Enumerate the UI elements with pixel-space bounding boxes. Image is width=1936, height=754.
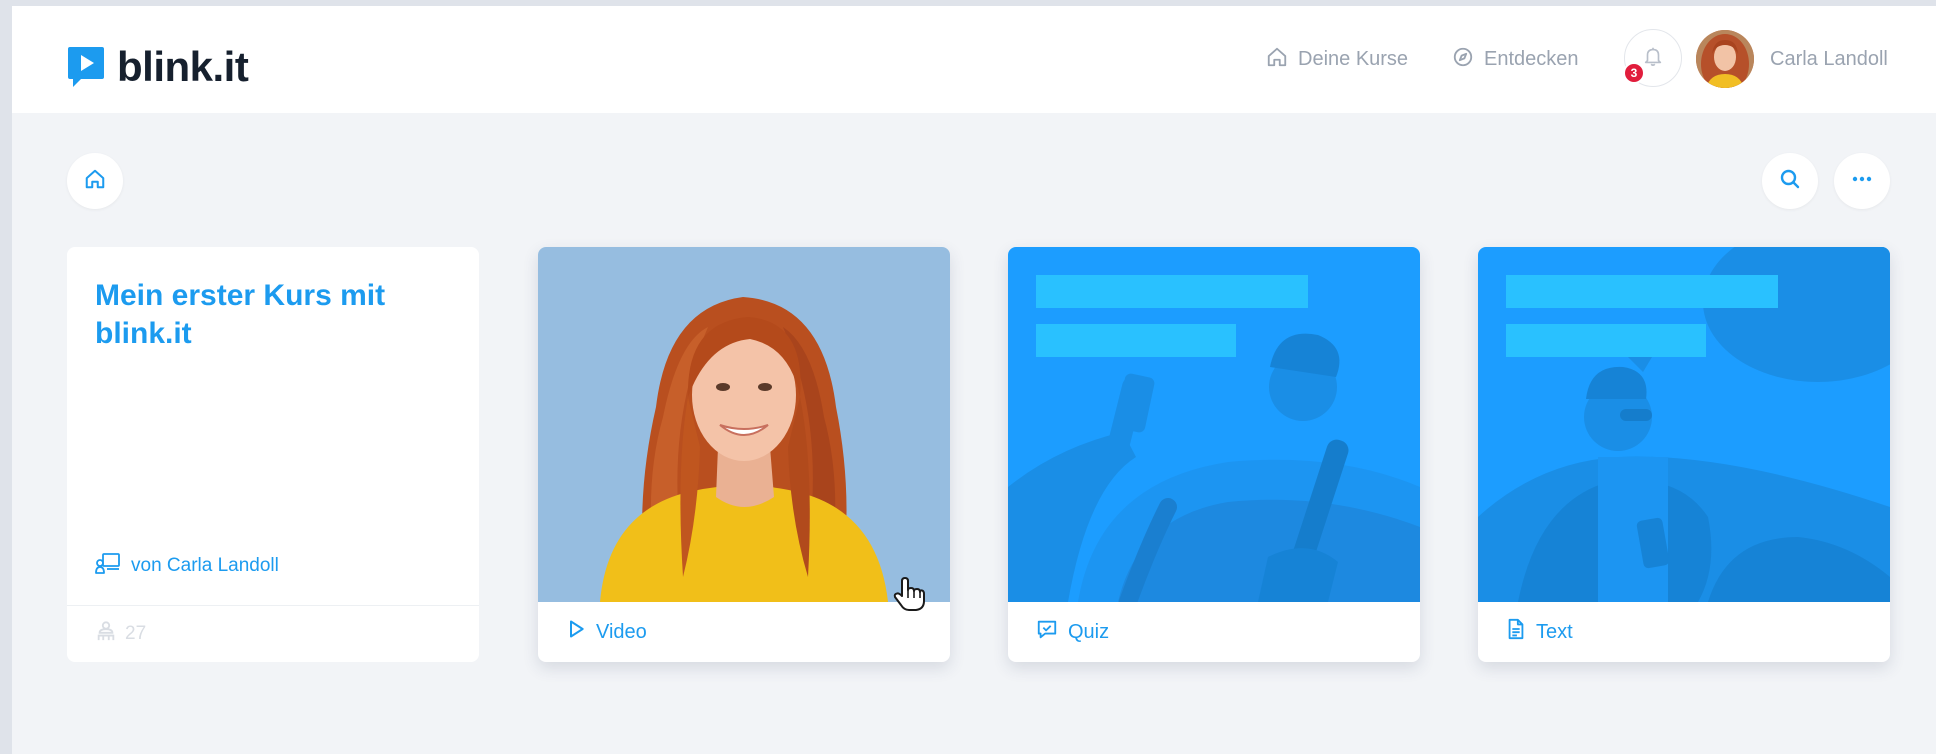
quiz-thumbnail <box>1008 247 1420 602</box>
lesson-card-video[interactable]: Video <box>538 247 950 662</box>
notification-count-badge: 3 <box>1623 62 1645 84</box>
document-icon <box>1506 618 1526 646</box>
course-title: Mein erster Kurs mit blink.it <box>95 279 386 350</box>
bell-icon <box>1642 45 1664 72</box>
nav-discover[interactable]: Entdecken <box>1452 6 1579 113</box>
compass-icon <box>1452 46 1474 74</box>
nav-my-courses[interactable]: Deine Kurse <box>1266 6 1408 113</box>
course-author[interactable]: von Carla Landoll <box>95 552 279 580</box>
people-icon <box>95 620 117 648</box>
brand-name: blink.it <box>117 43 249 90</box>
video-thumbnail <box>538 247 950 602</box>
search-button[interactable] <box>1762 153 1818 209</box>
home-outline-icon <box>1266 46 1288 74</box>
more-dots-icon <box>1850 167 1874 196</box>
nav-discover-label: Entdecken <box>1484 48 1579 70</box>
more-options-button[interactable] <box>1834 153 1890 209</box>
home-button[interactable] <box>67 153 123 209</box>
course-member-count: 27 <box>95 617 146 651</box>
lesson-type-label: Quiz <box>1068 620 1110 643</box>
home-icon <box>84 168 106 195</box>
notifications-button[interactable]: 3 <box>1623 29 1682 87</box>
divider <box>67 605 479 606</box>
app-window: blink.it Deine Kurse Entdecken 3 Carla L… <box>12 6 1936 754</box>
logo-icon <box>67 45 105 89</box>
hand-cursor-icon <box>892 576 926 617</box>
brand-logo[interactable]: blink.it <box>67 42 249 92</box>
chat-check-icon <box>1036 618 1058 646</box>
lesson-card-quiz[interactable]: Quiz <box>1008 247 1420 662</box>
presenter-icon <box>95 552 121 580</box>
user-avatar[interactable] <box>1696 30 1754 88</box>
play-icon <box>566 619 586 645</box>
member-count-value: 27 <box>125 623 147 644</box>
nav-my-courses-label: Deine Kurse <box>1298 48 1409 70</box>
lesson-type-quiz: Quiz <box>1008 602 1420 662</box>
lesson-type-video: Video <box>538 602 950 662</box>
lesson-type-label: Text <box>1536 620 1573 643</box>
lesson-type-text: Text <box>1478 602 1890 662</box>
lesson-type-label: Video <box>596 620 647 643</box>
course-info-card: Mein erster Kurs mit blink.it von Carla … <box>67 247 479 662</box>
text-thumbnail <box>1478 247 1890 602</box>
top-bar: blink.it Deine Kurse Entdecken 3 Carla L… <box>12 6 1936 113</box>
course-author-label: von Carla Landoll <box>131 555 279 576</box>
lesson-card-text[interactable]: Text <box>1478 247 1890 662</box>
search-icon <box>1778 167 1802 196</box>
user-name[interactable]: Carla Landoll <box>1770 6 1888 113</box>
